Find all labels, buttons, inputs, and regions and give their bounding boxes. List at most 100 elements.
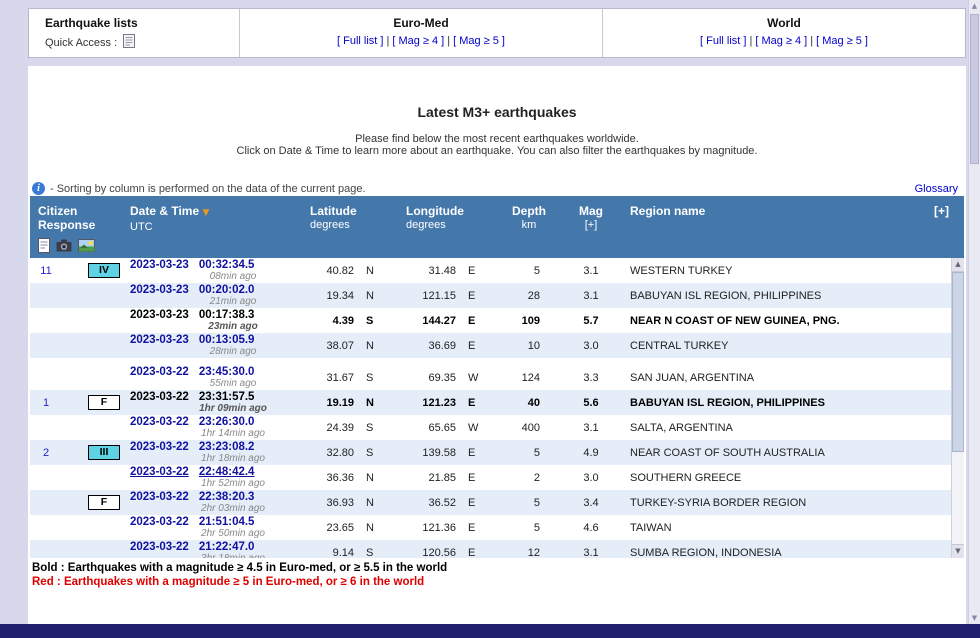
scroll-down-icon[interactable]: ▼ — [952, 544, 964, 558]
world-full-list-link[interactable]: [ Full list ] — [700, 35, 746, 47]
magnitude-value: 3.1 — [560, 290, 622, 302]
scroll-up-icon[interactable]: ▲ — [952, 258, 964, 272]
link-separator: | — [810, 35, 813, 47]
earthquake-row: 2023-03-2300:17:38.3 23min ago 4.39S 144… — [30, 308, 951, 333]
longitude-cell: 121.36E — [398, 522, 498, 534]
region-expand-toggle[interactable]: [+] — [928, 204, 951, 258]
earthquake-datetime-link[interactable]: 2023-03-2223:26:30.0 — [130, 416, 302, 428]
glossary-link[interactable]: Glossary — [915, 183, 958, 195]
magnitude-value: 3.0 — [560, 340, 622, 352]
depth-value: 12 — [498, 547, 560, 559]
page-scrollbar-thumb[interactable] — [970, 14, 979, 164]
euromed-mag5-link[interactable]: [ Mag ≥ 5 ] — [453, 35, 505, 47]
latitude-cell: 36.36N — [302, 472, 398, 484]
time-ago: 23min ago — [130, 321, 302, 332]
intensity-badge[interactable]: F — [88, 395, 120, 410]
longitude-cell: 31.48E — [398, 265, 498, 277]
earthquake-datetime-link[interactable]: 2023-03-2221:51:04.5 — [130, 516, 302, 528]
world-mag4-link[interactable]: [ Mag ≥ 4 ] — [755, 35, 807, 47]
datetime-cell: 2023-03-2300:17:38.3 23min ago — [122, 308, 302, 333]
page-scrollbar[interactable]: ▲ ▼ — [968, 0, 980, 624]
region-name: SAN JUAN, ARGENTINA — [622, 372, 928, 384]
scrollbar-thumb[interactable] — [952, 272, 964, 452]
longitude-cell: 139.58E — [398, 447, 498, 459]
earthquake-datetime-link[interactable]: 2023-03-2300:20:02.0 — [130, 284, 302, 296]
latitude-cell: 9.14S — [302, 547, 398, 559]
earthquake-datetime-link[interactable]: 2023-03-2221:22:47.0 — [130, 541, 302, 553]
intro-line-2: Click on Date & Time to learn more about… — [28, 145, 966, 157]
page-scroll-up-icon[interactable]: ▲ — [969, 2, 980, 10]
earthquake-datetime-link[interactable]: 2023-03-2222:38:20.3 — [130, 491, 302, 503]
intensity-badge[interactable]: III — [88, 445, 120, 460]
quick-access-euromed: Euro-Med [ Full list ]|[ Mag ≥ 4 ]|[ Mag… — [239, 9, 602, 57]
link-separator: | — [447, 35, 450, 47]
quick-access-title: Earthquake lists — [45, 16, 239, 30]
time-ago: 1hr 09min ago — [130, 403, 302, 414]
euromed-full-list-link[interactable]: [ Full list ] — [337, 35, 383, 47]
earthquake-datetime-link[interactable]: 2023-03-2300:13:05.9 — [130, 334, 302, 346]
earthquake-datetime-link[interactable]: 2023-03-2223:23:08.2 — [130, 441, 302, 453]
time-ago: 1hr 52min ago — [130, 478, 302, 489]
datetime-cell: 2023-03-2223:23:08.2 1hr 18min ago — [122, 440, 302, 465]
earthquake-datetime-link[interactable]: 2023-03-2300:32:34.5 — [130, 259, 302, 271]
page-scroll-down-icon[interactable]: ▼ — [969, 614, 980, 622]
earthquake-row: 2023-03-2223:45:30.0 55min ago 31.67S 69… — [30, 365, 951, 390]
region-name: NEAR N COAST OF NEW GUINEA, PNG. — [622, 315, 928, 327]
photo-icon — [78, 239, 95, 255]
depth-value: 5 — [498, 522, 560, 534]
datetime-cell: 2023-03-2300:13:05.9 28min ago — [122, 333, 302, 358]
mag-filter-toggle[interactable]: [+] — [560, 218, 622, 232]
citizen-response-count[interactable]: 11 — [30, 265, 62, 277]
depth-value: 5 — [498, 497, 560, 509]
datetime-cell: 2023-03-2300:32:34.5 08min ago — [122, 258, 302, 283]
region-name: WESTERN TURKEY — [622, 265, 928, 277]
header-region-name: Region name — [622, 204, 928, 258]
region-name: SOUTHERN GREECE — [622, 472, 928, 484]
euromed-mag4-link[interactable]: [ Mag ≥ 4 ] — [392, 35, 444, 47]
intensity-badge[interactable]: IV — [88, 263, 120, 278]
latitude-cell: 19.34N — [302, 290, 398, 302]
datetime-cell: 2023-03-2223:45:30.0 55min ago — [122, 365, 302, 390]
earthquake-datetime-link[interactable]: 2023-03-2222:48:42.4 — [130, 466, 302, 478]
region-name: SALTA, ARGENTINA — [622, 422, 928, 434]
earthquake-table: CitizenResponse Date & Time ▼ UTC Latitu… — [30, 196, 964, 558]
region-name: CENTRAL TURKEY — [622, 340, 928, 352]
datetime-cell: 2023-03-2221:51:04.5 2hr 50min ago — [122, 515, 302, 540]
longitude-cell: 69.35W — [398, 372, 498, 384]
info-icon: i — [32, 182, 45, 195]
datetime-cell: 2023-03-2222:48:42.4 1hr 52min ago — [122, 465, 302, 490]
citizen-response-count[interactable]: 1 — [30, 397, 62, 409]
magnitude-value: 5.6 — [560, 397, 622, 409]
time-ago: 28min ago — [130, 346, 302, 357]
main-panel: Latest M3+ earthquakes Please find below… — [28, 66, 966, 624]
header-depth: Depth km — [498, 204, 560, 258]
time-ago: 3hr 18min ago — [130, 553, 302, 558]
table-header: CitizenResponse Date & Time ▼ UTC Latitu… — [30, 196, 964, 258]
time-ago: 1hr 14min ago — [130, 428, 302, 439]
earthquake-datetime-link[interactable]: 2023-03-2223:31:57.5 — [130, 391, 302, 403]
citizen-response-cell — [30, 308, 122, 333]
earthquake-datetime-link[interactable]: 2023-03-2223:45:30.0 — [130, 366, 302, 378]
euromed-heading: Euro-Med — [240, 16, 602, 30]
earthquake-row: 2023-03-2221:22:47.0 3hr 18min ago 9.14S… — [30, 540, 951, 558]
citizen-response-cell — [30, 515, 122, 540]
citizen-response-cell — [30, 333, 122, 358]
magnitude-value: 3.4 — [560, 497, 622, 509]
citizen-response-cell: 2 III — [30, 440, 122, 465]
table-body: ▲ ▼ 11 IV 2023-03-2300:32:34.5 08min ago… — [30, 258, 964, 558]
quick-access-subtitle: Quick Access : — [45, 37, 117, 49]
datetime-cell: 2023-03-2300:20:02.0 21min ago — [122, 283, 302, 308]
magnitude-value: 3.3 — [560, 372, 622, 384]
intensity-badge[interactable]: F — [88, 495, 120, 510]
table-scrollbar[interactable]: ▲ ▼ — [951, 258, 964, 558]
latitude-cell: 24.39S — [302, 422, 398, 434]
longitude-cell: 36.69E — [398, 340, 498, 352]
earthquake-row: 1 F 2023-03-2223:31:57.5 1hr 09min ago 1… — [30, 390, 951, 415]
citizen-response-count[interactable]: 2 — [30, 447, 62, 459]
earthquake-row: F 2023-03-2222:38:20.3 2hr 03min ago 36.… — [30, 490, 951, 515]
header-longitude: Longitude degrees — [398, 204, 498, 258]
world-mag5-link[interactable]: [ Mag ≥ 5 ] — [816, 35, 868, 47]
region-name: TAIWAN — [622, 522, 928, 534]
sort-by-datetime[interactable]: Date & Time ▼ UTC — [122, 204, 302, 258]
earthquake-datetime-link[interactable]: 2023-03-2300:17:38.3 — [130, 309, 302, 321]
